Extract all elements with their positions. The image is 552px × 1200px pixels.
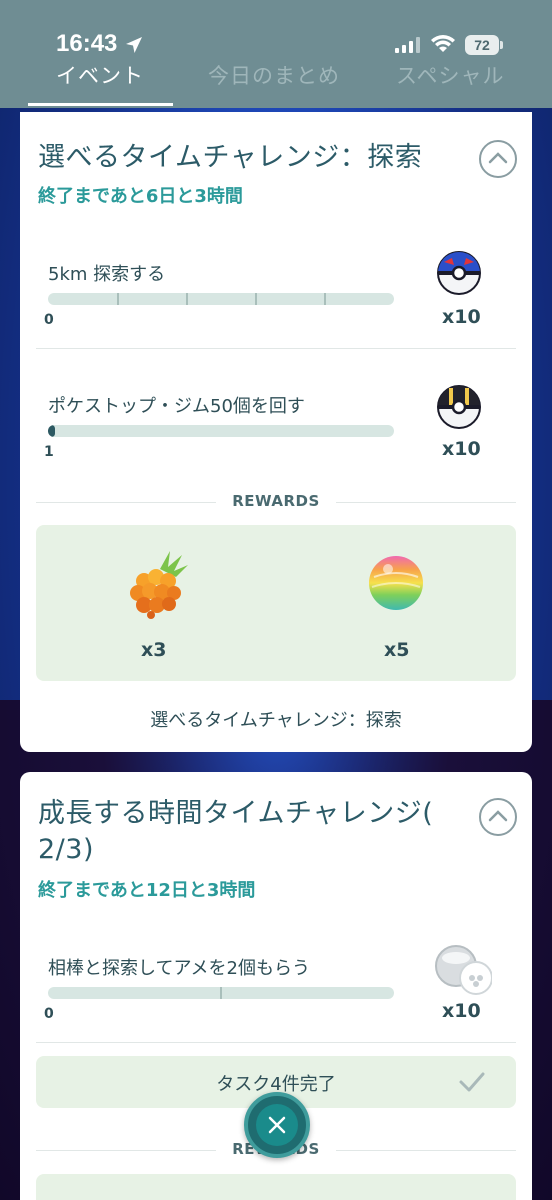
reward-quantity: x3: [141, 639, 167, 661]
task-progress-bar: [48, 425, 394, 437]
rewards-heading: REWARDS: [232, 492, 320, 510]
chevron-up-icon: [488, 152, 508, 164]
golden-razz-berry-icon: [130, 551, 188, 619]
task-label: 相棒と探索してアメを2個もらう: [48, 958, 311, 979]
time-remaining: 終了まであと12日と3時間: [38, 880, 256, 901]
battery-indicator: 72: [465, 35, 503, 55]
task-progress-count: 0: [44, 312, 54, 328]
card-title: 選べるタイムチャレンジ：探索: [38, 142, 423, 173]
status-bar: 16:43 72: [0, 28, 552, 62]
rewards-panel: [36, 1174, 516, 1200]
task-progress-count: 1: [44, 444, 54, 460]
close-button[interactable]: [244, 1092, 310, 1158]
tab-special[interactable]: スペシャル: [396, 60, 505, 90]
tab-events[interactable]: イベント: [56, 60, 144, 90]
time-remaining: 終了まであと6日と3時間: [38, 186, 243, 207]
ultra-ball-icon: [437, 385, 481, 429]
cellular-signal-icon: [395, 37, 420, 53]
task-label: 5km 探索する: [48, 264, 166, 285]
incubator-icon: [435, 945, 492, 995]
reward-quantity: x5: [384, 639, 410, 661]
tab-today-summary[interactable]: 今日のまとめ: [208, 60, 340, 90]
task-progress-bar: [48, 987, 394, 999]
task-progress-count: 0: [44, 1006, 54, 1022]
close-icon: [268, 1116, 286, 1134]
battery-level: 72: [465, 35, 499, 55]
task-progress-bar: [48, 293, 394, 305]
reward-quantity: x10: [442, 306, 481, 328]
task-label: ポケストップ・ジム50個を回す: [48, 396, 305, 417]
rewards-panel: x3 x5: [36, 525, 516, 681]
header: 16:43 72 イベント 今日のまとめ スペシャル: [0, 0, 552, 108]
card-title-line1: 成長する時間タイムチャレンジ(: [38, 798, 434, 829]
rewards-caption: 選べるタイムチャレンジ：探索: [150, 710, 402, 731]
great-ball-icon: [437, 251, 481, 295]
wifi-icon: [431, 35, 455, 52]
card-title-line2: 2/3): [38, 834, 94, 865]
active-tab-indicator: [28, 103, 173, 106]
status-time: 16:43: [56, 30, 118, 57]
rare-candy-icon: [369, 556, 423, 610]
reward-quantity: x10: [442, 438, 481, 460]
reward-quantity: x10: [442, 1000, 481, 1022]
collapse-button[interactable]: [479, 798, 517, 836]
tab-bar: イベント 今日のまとめ スペシャル: [0, 60, 552, 100]
location-arrow-icon: [126, 37, 142, 53]
challenge-card-explore: 選べるタイムチャレンジ：探索 終了まであと6日と3時間 5km 探索する 0 x…: [20, 112, 532, 752]
checkmark-icon: [459, 1072, 485, 1092]
chevron-up-icon: [488, 810, 508, 822]
collapse-button[interactable]: [479, 140, 517, 178]
rewards-header: REWARDS: [36, 492, 516, 512]
